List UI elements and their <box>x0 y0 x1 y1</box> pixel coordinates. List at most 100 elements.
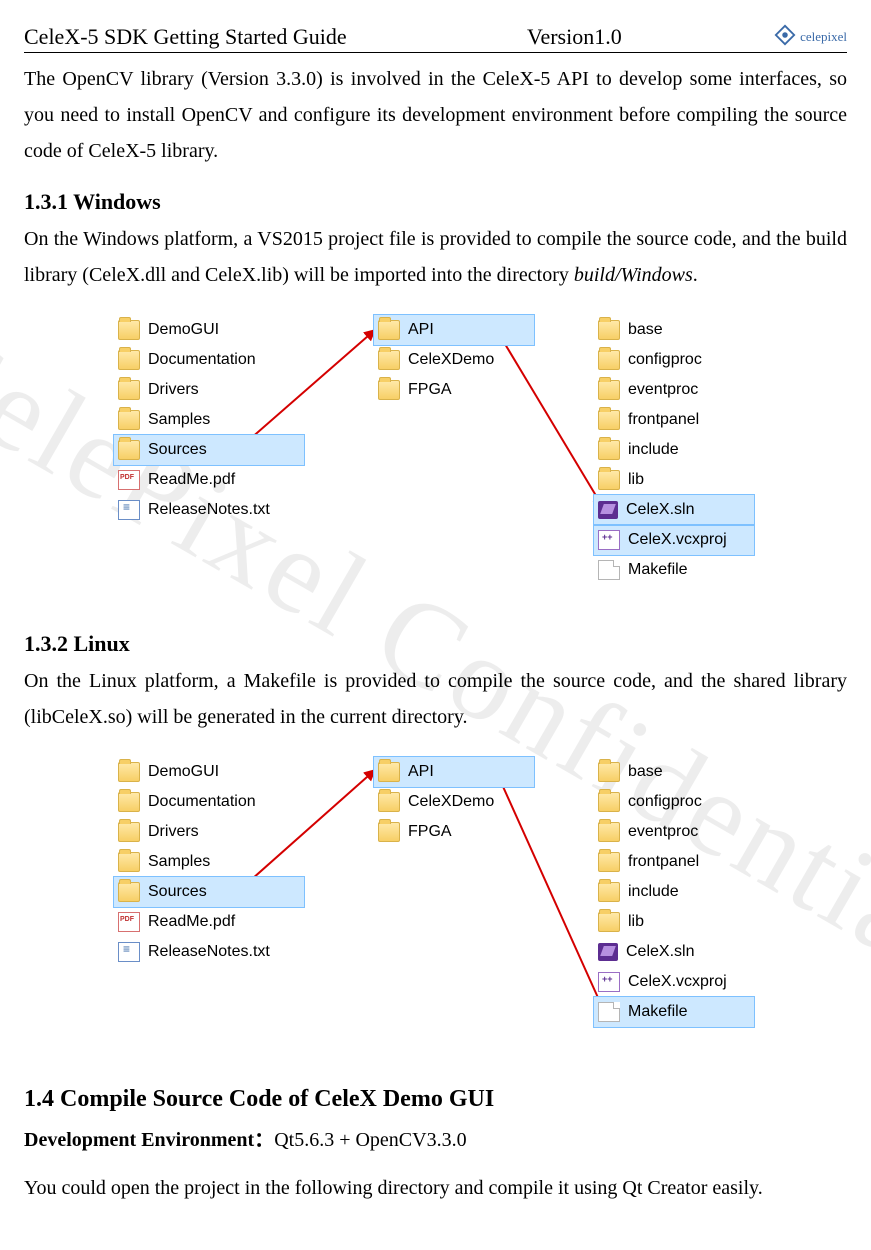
pdf-icon <box>118 470 140 490</box>
file-row: base <box>594 757 754 787</box>
file-row: FPGA <box>374 375 534 405</box>
dev-env-label: Development Environment： <box>24 1129 274 1151</box>
file-name-label: Drivers <box>148 381 199 399</box>
folder-icon <box>118 380 140 400</box>
page-header: CeleX-5 SDK Getting Started Guide Versio… <box>24 24 847 53</box>
file-name-label: Drivers <box>148 823 199 841</box>
file-name-label: configproc <box>628 793 702 811</box>
file-row: CeleX.vcxproj <box>594 967 754 997</box>
file-name-label: Makefile <box>628 1003 688 1021</box>
file-row: ReleaseNotes.txt <box>114 937 304 967</box>
file-row: Sources <box>114 435 304 465</box>
file-row: eventproc <box>594 817 754 847</box>
file-row: lib <box>594 465 754 495</box>
file-row: Documentation <box>114 787 304 817</box>
file-name-label: CeleX.vcxproj <box>628 973 727 991</box>
vcxproj-icon <box>598 972 620 992</box>
file-name-label: ReleaseNotes.txt <box>148 943 270 961</box>
file-name-label: eventproc <box>628 823 698 841</box>
file-row: Makefile <box>594 555 754 585</box>
folder-icon <box>598 350 620 370</box>
file-name-label: CeleX.sln <box>626 943 694 961</box>
logo-text: celepixel <box>800 29 847 45</box>
paragraph-1-3-1: On the Windows platform, a VS2015 projec… <box>24 221 847 293</box>
header-title: CeleX-5 SDK Getting Started Guide <box>24 24 487 50</box>
folder-icon <box>118 410 140 430</box>
file-name-label: include <box>628 441 679 459</box>
file-name-label: DemoGUI <box>148 321 219 339</box>
file-icon <box>598 1002 620 1022</box>
folder-icon <box>598 912 620 932</box>
file-row: Documentation <box>114 345 304 375</box>
pdf-icon <box>118 912 140 932</box>
file-name-label: CeleX.sln <box>626 501 694 519</box>
file-row: API <box>374 315 534 345</box>
file-row: ReadMe.pdf <box>114 465 304 495</box>
heading-1-3-1: 1.3.1 Windows <box>24 189 847 215</box>
file-name-label: API <box>408 763 434 781</box>
file-row: CeleX.sln <box>594 495 754 525</box>
file-name-label: frontpanel <box>628 853 699 871</box>
paragraph-1-3-2: On the Linux platform, a Makefile is pro… <box>24 663 847 735</box>
file-row: FPGA <box>374 817 534 847</box>
folder-icon <box>118 320 140 340</box>
file-row: Drivers <box>114 817 304 847</box>
file-row: eventproc <box>594 375 754 405</box>
file-list-root: DemoGUI Documentation Drivers Samples Source… <box>114 315 304 525</box>
file-list-root-2: DemoGUIDocumentationDriversSamplesSource… <box>114 757 304 967</box>
para-1-3-1-italic: build/Windows <box>574 264 693 286</box>
file-name-label: base <box>628 321 663 339</box>
file-name-label: Samples <box>148 411 210 429</box>
file-row: CeleX.sln <box>594 937 754 967</box>
folder-icon <box>598 410 620 430</box>
intro-paragraph: The OpenCV library (Version 3.3.0) is in… <box>24 61 847 169</box>
file-name-label: Documentation <box>148 793 256 811</box>
file-name-label: lib <box>628 471 644 489</box>
folder-icon <box>598 882 620 902</box>
file-row: configproc <box>594 787 754 817</box>
file-row: include <box>594 435 754 465</box>
folder-icon <box>378 320 400 340</box>
heading-1-4: 1.4 Compile Source Code of CeleX Demo GU… <box>24 1086 847 1113</box>
file-row: CeleXDemo <box>374 787 534 817</box>
file-row: API <box>374 757 534 787</box>
para-1-3-1-text: On the Windows platform, a VS2015 projec… <box>24 228 847 286</box>
folder-icon <box>598 822 620 842</box>
heading-1-3-2: 1.3.2 Linux <box>24 631 847 657</box>
file-name-label: frontpanel <box>628 411 699 429</box>
file-name-label: CeleX.vcxproj <box>628 531 727 549</box>
file-name-label: ReadMe.pdf <box>148 471 235 489</box>
file-row: Drivers <box>114 375 304 405</box>
folder-icon <box>118 822 140 842</box>
text-file-icon <box>118 500 140 520</box>
file-name-label: eventproc <box>628 381 698 399</box>
file-row: Samples <box>114 405 304 435</box>
logo-icon <box>774 24 796 50</box>
file-row: Makefile <box>594 997 754 1027</box>
folder-icon <box>598 792 620 812</box>
paragraph-1-4: You could open the project in the follow… <box>24 1170 847 1206</box>
solution-icon <box>598 943 618 961</box>
file-name-label: DemoGUI <box>148 763 219 781</box>
vcxproj-icon <box>598 530 620 550</box>
file-name-label: ReadMe.pdf <box>148 913 235 931</box>
file-row: ReadMe.pdf <box>114 907 304 937</box>
file-name-label: FPGA <box>408 823 452 841</box>
file-list-sources: API CeleXDemo FPGA <box>374 315 534 405</box>
file-row: frontpanel <box>594 847 754 877</box>
file-name-label: CeleXDemo <box>408 351 494 369</box>
file-row: Samples <box>114 847 304 877</box>
folder-icon <box>598 762 620 782</box>
file-row: include <box>594 877 754 907</box>
file-name-label: Makefile <box>628 561 688 579</box>
file-icon <box>598 560 620 580</box>
folder-icon <box>598 440 620 460</box>
file-name-label: Sources <box>148 441 207 459</box>
file-name-label: API <box>408 321 434 339</box>
file-name-label: base <box>628 763 663 781</box>
folder-icon <box>118 440 140 460</box>
file-row: lib <box>594 907 754 937</box>
file-list-api: baseconfigproceventprocfrontpanelinclude… <box>594 315 754 585</box>
file-row: CeleX.vcxproj <box>594 525 754 555</box>
document-page: CelePixel Confidential CeleX-5 SDK Getti… <box>0 0 871 1250</box>
